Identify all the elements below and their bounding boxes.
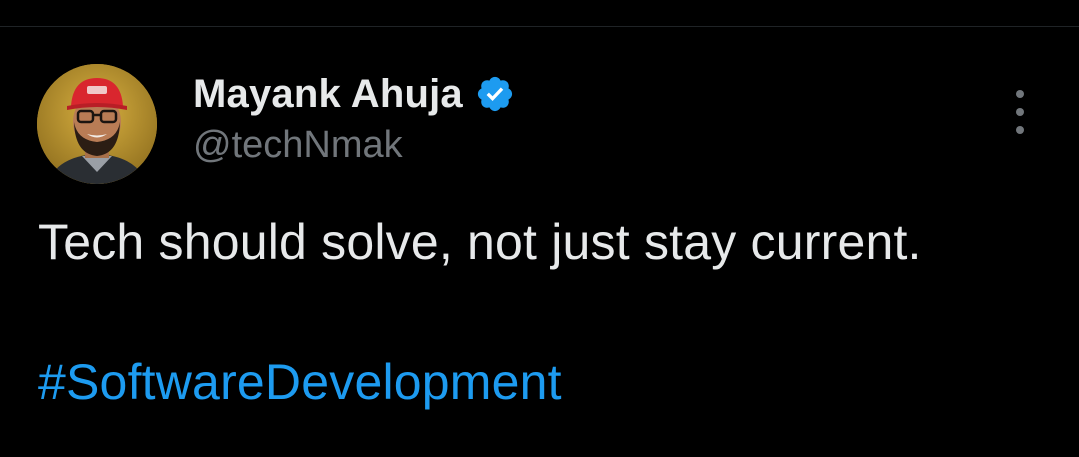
more-dot bbox=[1016, 126, 1024, 134]
avatar[interactable] bbox=[37, 64, 157, 184]
author-handle[interactable]: @techNmak bbox=[193, 124, 403, 167]
author-name-row: Mayank Ahuja bbox=[193, 70, 515, 118]
author-display-name[interactable]: Mayank Ahuja bbox=[193, 72, 463, 117]
tweet-card: Mayank Ahuja @techNmak Tech should solve… bbox=[0, 0, 1079, 457]
hashtag-link[interactable]: #SoftwareDevelopment bbox=[38, 353, 562, 411]
more-dot bbox=[1016, 108, 1024, 116]
more-vertical-icon[interactable] bbox=[1008, 90, 1032, 134]
avatar-image bbox=[37, 64, 157, 184]
verified-badge-icon bbox=[475, 74, 515, 114]
more-dot bbox=[1016, 90, 1024, 98]
divider bbox=[0, 26, 1079, 27]
tweet-text: Tech should solve, not just stay current… bbox=[38, 214, 922, 270]
